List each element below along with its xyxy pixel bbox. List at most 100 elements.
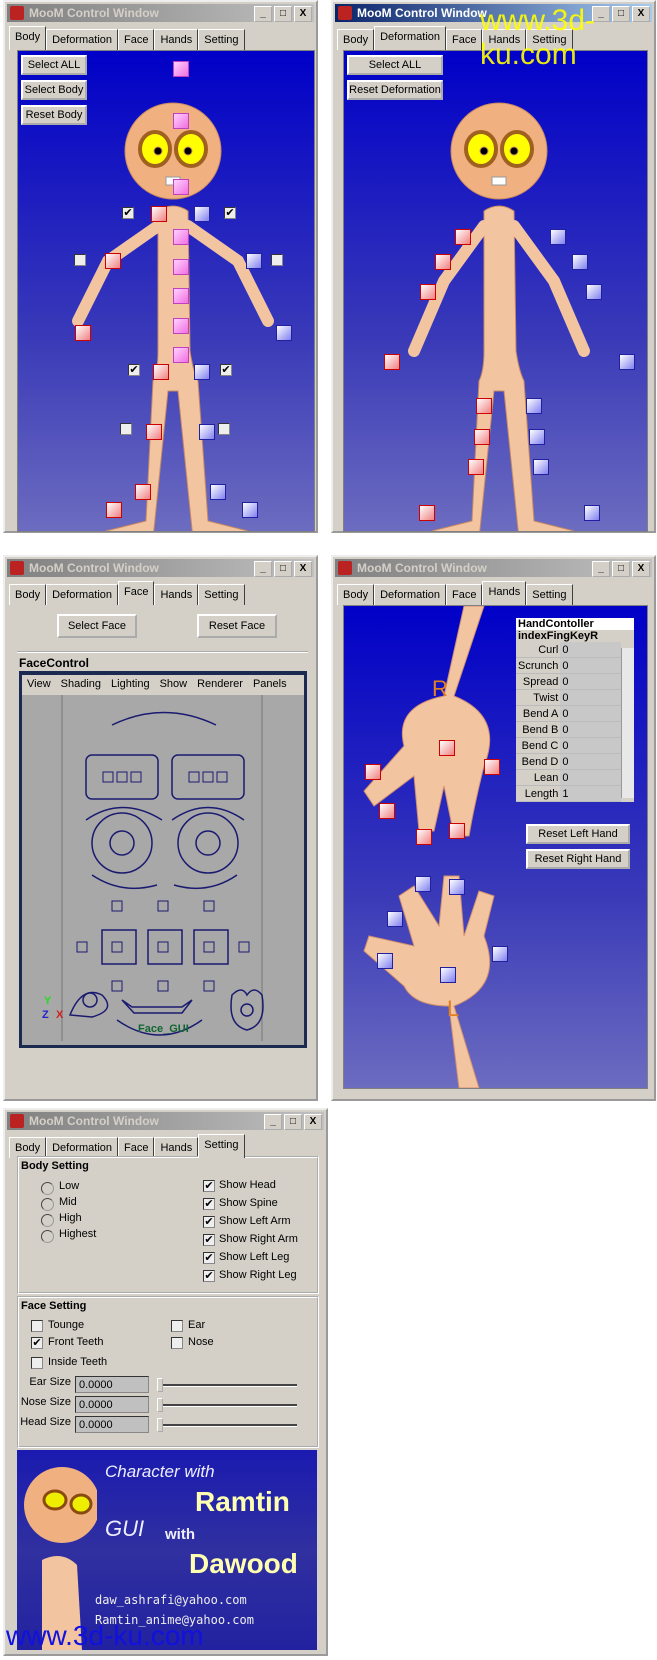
face-gui-shapes[interactable] xyxy=(22,695,304,1041)
attribute-value[interactable]: 0 xyxy=(560,769,621,786)
control-red[interactable] xyxy=(151,206,167,222)
deform-control-bl[interactable] xyxy=(619,354,635,370)
tab-deformation[interactable]: Deformation xyxy=(46,29,118,50)
menu-show[interactable]: Show xyxy=(160,678,188,692)
control-red[interactable] xyxy=(153,364,169,380)
close-button[interactable]: X xyxy=(294,561,312,577)
face-control[interactable] xyxy=(157,941,169,953)
deform-control-bl[interactable] xyxy=(533,459,549,475)
radio-high[interactable] xyxy=(41,1214,54,1227)
reset-right-hand-button[interactable]: Reset Right Hand xyxy=(526,849,630,869)
size-field[interactable]: 0.0000 xyxy=(75,1376,149,1393)
control-red[interactable] xyxy=(105,253,121,269)
checkbox-show-head[interactable]: ✔ xyxy=(203,1180,215,1192)
tab-body[interactable]: Body xyxy=(9,1137,47,1158)
face-control[interactable] xyxy=(238,941,250,953)
deform-control-red[interactable] xyxy=(476,398,492,414)
radio-mid[interactable] xyxy=(41,1198,54,1211)
size-slider[interactable] xyxy=(157,1398,297,1412)
face-control[interactable] xyxy=(111,941,123,953)
tab-hands[interactable]: Hands xyxy=(154,584,199,605)
tab-setting[interactable]: Setting xyxy=(198,29,245,50)
deform-control-bl[interactable] xyxy=(529,429,545,445)
face-control[interactable] xyxy=(202,771,214,783)
menu-renderer[interactable]: Renderer xyxy=(197,678,243,692)
maximize-button[interactable]: □ xyxy=(612,561,630,577)
slider-thumb[interactable] xyxy=(157,1378,163,1392)
control-pink[interactable] xyxy=(173,229,189,245)
close-button[interactable]: X xyxy=(632,561,650,577)
control-pink[interactable] xyxy=(173,318,189,334)
slider-thumb[interactable] xyxy=(157,1398,163,1412)
finger-control-red[interactable] xyxy=(416,829,432,845)
tab-deformation[interactable]: Deformation xyxy=(374,584,446,605)
deform-control-bl[interactable] xyxy=(526,398,542,414)
minimize-button[interactable]: _ xyxy=(592,561,610,577)
tab-deformation[interactable]: Deformation xyxy=(374,26,446,50)
face-control[interactable] xyxy=(203,980,215,992)
control-pink[interactable] xyxy=(173,179,189,195)
visibility-checkbox[interactable] xyxy=(74,254,86,266)
select-all-button[interactable]: Select ALL xyxy=(347,55,443,75)
face-viewport[interactable]: Y Z X Face_GUI xyxy=(22,695,304,1045)
control-bl[interactable] xyxy=(246,253,262,269)
finger-control-red[interactable] xyxy=(439,740,455,756)
control-red[interactable] xyxy=(75,325,91,341)
face-control[interactable] xyxy=(157,900,169,912)
deform-control-red[interactable] xyxy=(468,459,484,475)
control-pink[interactable] xyxy=(173,259,189,275)
attribute-value[interactable]: 0 xyxy=(560,642,621,658)
tab-setting[interactable]: Setting xyxy=(526,584,573,605)
control-bl[interactable] xyxy=(194,364,210,380)
finger-control-red[interactable] xyxy=(379,803,395,819)
tab-face[interactable]: Face xyxy=(118,29,155,50)
tab-hands[interactable]: Hands xyxy=(482,581,527,605)
tab-hands[interactable]: Hands xyxy=(154,29,199,50)
deform-control-red[interactable] xyxy=(435,254,451,270)
face-control[interactable] xyxy=(203,900,215,912)
finger-control-bl[interactable] xyxy=(440,967,456,983)
tab-face[interactable]: Face xyxy=(446,29,483,50)
checkbox-tounge[interactable] xyxy=(31,1320,43,1332)
attribute-value[interactable]: 0 xyxy=(560,673,621,690)
deform-control-bl[interactable] xyxy=(572,254,588,270)
control-bl[interactable] xyxy=(194,206,210,222)
finger-control-bl[interactable] xyxy=(377,953,393,969)
visibility-checkbox[interactable] xyxy=(120,423,132,435)
checkbox-nose[interactable] xyxy=(171,1337,183,1349)
finger-control-bl[interactable] xyxy=(415,876,431,892)
finger-control-bl[interactable] xyxy=(387,911,403,927)
select-all-button[interactable]: Select ALL xyxy=(21,55,87,75)
tab-hands[interactable]: Hands xyxy=(154,1137,199,1158)
radio-highest[interactable] xyxy=(41,1230,54,1243)
checkbox-ear[interactable] xyxy=(171,1320,183,1332)
control-bl[interactable] xyxy=(276,325,292,341)
face-control[interactable] xyxy=(157,980,169,992)
tab-deformation[interactable]: Deformation xyxy=(46,1137,118,1158)
size-slider[interactable] xyxy=(157,1418,297,1432)
visibility-checkbox[interactable]: ✔ xyxy=(220,364,232,376)
control-bl[interactable] xyxy=(242,502,258,518)
checkbox-show-left-arm[interactable]: ✔ xyxy=(203,1216,215,1228)
menu-view[interactable]: View xyxy=(27,678,51,692)
reset-face-button[interactable]: Reset Face xyxy=(197,614,277,638)
select-body-button[interactable]: Select Body xyxy=(21,80,87,100)
slider-thumb[interactable] xyxy=(157,1418,163,1432)
deform-control-red[interactable] xyxy=(474,429,490,445)
control-red[interactable] xyxy=(106,502,122,518)
attribute-scrollbar[interactable] xyxy=(621,648,634,798)
size-slider[interactable] xyxy=(157,1378,297,1392)
control-bl[interactable] xyxy=(199,424,215,440)
control-pink[interactable] xyxy=(173,347,189,363)
tab-face[interactable]: Face xyxy=(118,581,155,605)
finger-control-bl[interactable] xyxy=(449,879,465,895)
reset-deformation-button[interactable]: Reset Deformation xyxy=(347,80,443,100)
reset-left-hand-button[interactable]: Reset Left Hand xyxy=(526,824,630,844)
tab-setting[interactable]: Setting xyxy=(198,584,245,605)
minimize-button[interactable]: _ xyxy=(254,561,272,577)
radio-low[interactable] xyxy=(41,1182,54,1195)
maximize-button[interactable]: □ xyxy=(274,561,292,577)
checkbox-show-right-leg[interactable]: ✔ xyxy=(203,1270,215,1282)
attribute-value[interactable]: 0 xyxy=(560,689,621,706)
finger-control-red[interactable] xyxy=(449,823,465,839)
